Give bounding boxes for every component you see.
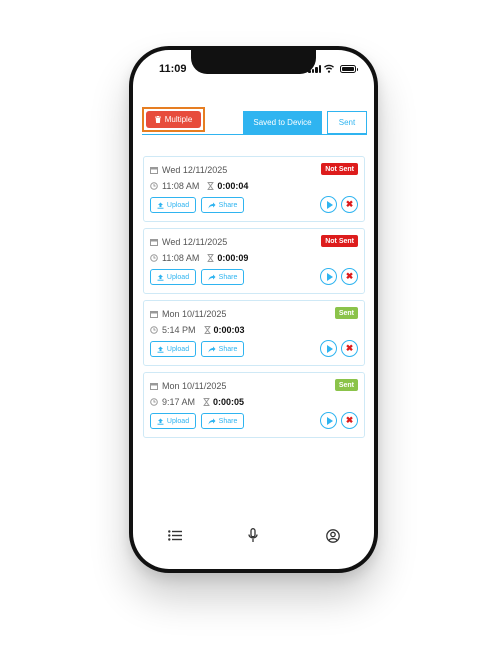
hourglass-icon bbox=[203, 398, 210, 406]
trash-icon bbox=[154, 116, 161, 123]
wifi-icon bbox=[324, 64, 334, 73]
hourglass-icon bbox=[207, 182, 214, 190]
recording-date: Mon 10/11/2025 bbox=[162, 309, 227, 319]
recording-time: 5:14 PM bbox=[162, 325, 196, 335]
upload-button[interactable]: Upload bbox=[150, 197, 196, 213]
share-label: Share bbox=[218, 417, 238, 425]
calendar-icon bbox=[150, 311, 158, 318]
recording-duration: 0:00:09 bbox=[217, 253, 249, 263]
upload-button[interactable]: Upload bbox=[150, 413, 196, 429]
recording-date: Mon 10/11/2025 bbox=[162, 381, 227, 391]
status-badge: Sent bbox=[334, 307, 358, 319]
close-icon: ✖ bbox=[345, 343, 354, 353]
recording-card: Wed 12/11/2025 11:08 AM 0:00:09 Not Sent… bbox=[143, 228, 365, 294]
recording-duration: 0:00:04 bbox=[217, 181, 249, 191]
clock-icon bbox=[150, 326, 158, 334]
share-icon bbox=[208, 346, 216, 352]
share-label: Share bbox=[218, 345, 238, 353]
recording-card: Mon 10/11/2025 9:17 AM 0:00:05 Sent Uplo… bbox=[143, 372, 365, 438]
microphone-icon[interactable] bbox=[248, 528, 258, 543]
delete-button[interactable]: ✖ bbox=[341, 268, 358, 285]
calendar-icon bbox=[150, 239, 158, 246]
calendar-icon bbox=[150, 383, 158, 390]
upload-icon bbox=[157, 274, 164, 281]
recording-time: 9:17 AM bbox=[162, 397, 196, 407]
close-icon: ✖ bbox=[345, 271, 354, 281]
multiple-button[interactable]: Multiple bbox=[146, 111, 201, 128]
recording-time: 11:08 AM bbox=[162, 253, 200, 263]
share-label: Share bbox=[218, 273, 238, 281]
play-button[interactable] bbox=[320, 268, 337, 285]
delete-button[interactable]: ✖ bbox=[341, 196, 358, 213]
play-icon bbox=[326, 416, 333, 425]
hourglass-icon bbox=[204, 326, 211, 334]
tab-sent[interactable]: Sent bbox=[327, 111, 367, 134]
play-icon bbox=[326, 200, 333, 209]
share-icon bbox=[208, 418, 216, 424]
upload-icon bbox=[157, 202, 164, 209]
share-button[interactable]: Share bbox=[201, 341, 244, 357]
close-icon: ✖ bbox=[345, 199, 354, 209]
play-button[interactable] bbox=[320, 340, 337, 357]
recording-date: Wed 12/11/2025 bbox=[162, 165, 228, 175]
close-icon: ✖ bbox=[345, 415, 354, 425]
recording-card: Wed 12/11/2025 11:08 AM 0:00:04 Not Sent… bbox=[143, 156, 365, 222]
play-icon bbox=[326, 272, 333, 281]
status-badge: Not Sent bbox=[321, 235, 358, 247]
status-badge: Not Sent bbox=[321, 163, 358, 175]
hourglass-icon bbox=[207, 254, 214, 262]
multiple-highlight: Multiple bbox=[142, 107, 205, 132]
recording-card: Mon 10/11/2025 5:14 PM 0:00:03 Sent Uplo… bbox=[143, 300, 365, 366]
upload-button[interactable]: Upload bbox=[150, 341, 196, 357]
upload-label: Upload bbox=[166, 345, 190, 353]
delete-button[interactable]: ✖ bbox=[341, 340, 358, 357]
multiple-label: Multiple bbox=[164, 115, 193, 124]
signal-icon bbox=[308, 65, 322, 73]
upload-icon bbox=[157, 418, 164, 425]
calendar-icon bbox=[150, 167, 158, 174]
status-badge: Sent bbox=[334, 379, 358, 391]
list-icon[interactable] bbox=[168, 530, 182, 541]
status-time: 11:09 bbox=[159, 63, 187, 75]
tab-underline bbox=[142, 134, 367, 135]
play-button[interactable] bbox=[320, 412, 337, 429]
app-screen: 11:09 Multiple Saved to Device Sent Wed … bbox=[133, 50, 374, 569]
upload-button[interactable]: Upload bbox=[150, 269, 196, 285]
notch bbox=[191, 50, 316, 74]
share-label: Share bbox=[218, 201, 238, 209]
share-icon bbox=[208, 274, 216, 280]
upload-label: Upload bbox=[166, 417, 190, 425]
share-button[interactable]: Share bbox=[201, 197, 244, 213]
clock-icon bbox=[150, 182, 158, 190]
upload-icon bbox=[157, 346, 164, 353]
recording-duration: 0:00:05 bbox=[213, 397, 245, 407]
upload-label: Upload bbox=[166, 273, 190, 281]
clock-icon bbox=[150, 254, 158, 262]
share-icon bbox=[208, 202, 216, 208]
clock-icon bbox=[150, 398, 158, 406]
upload-label: Upload bbox=[166, 201, 190, 209]
battery-icon bbox=[340, 65, 358, 73]
share-button[interactable]: Share bbox=[201, 413, 244, 429]
tab-saved-to-device[interactable]: Saved to Device bbox=[243, 111, 322, 134]
user-circle-icon[interactable] bbox=[326, 529, 340, 543]
recording-date: Wed 12/11/2025 bbox=[162, 237, 228, 247]
phone-frame: 11:09 Multiple Saved to Device Sent Wed … bbox=[129, 46, 378, 573]
recording-time: 11:08 AM bbox=[162, 181, 200, 191]
recording-duration: 0:00:03 bbox=[213, 325, 245, 335]
delete-button[interactable]: ✖ bbox=[341, 412, 358, 429]
play-icon bbox=[326, 344, 333, 353]
share-button[interactable]: Share bbox=[201, 269, 244, 285]
play-button[interactable] bbox=[320, 196, 337, 213]
